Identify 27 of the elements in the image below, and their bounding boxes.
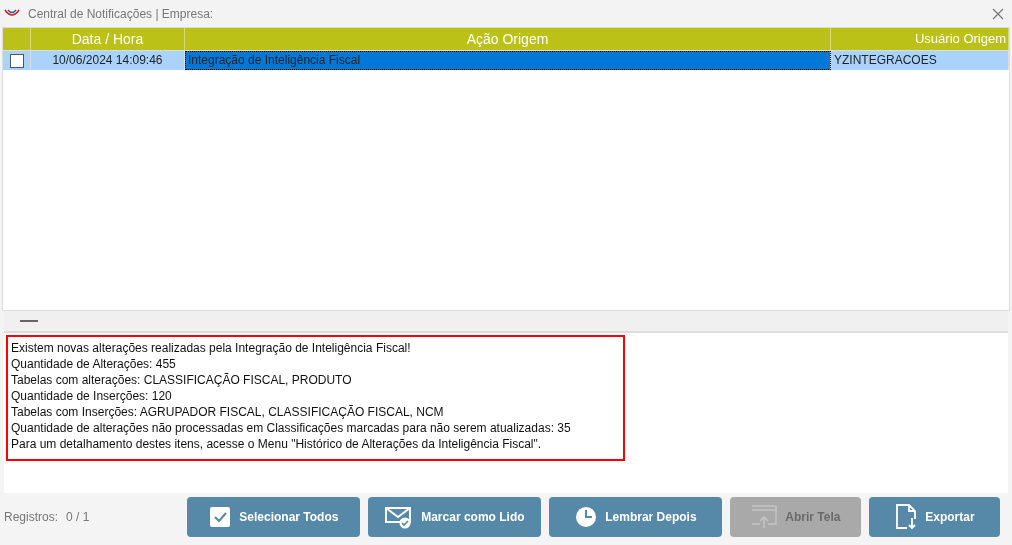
message-line: Quantidade de Alterações: 455	[11, 356, 177, 372]
message-line: Para um detalhamento destes itens, acesse o Menu "Histórico de Alterações da Inteligência Fiscal".	[11, 436, 543, 452]
message-line: Tabelas com alterações: CLASSIFICAÇÃO FISCAL, PRODUTO	[11, 372, 353, 388]
message-line: Existem novas alterações realizadas pela Integração de Inteligência Fiscal!	[11, 340, 412, 356]
table-row[interactable]: 10/06/2024 14:09:46 Integração de Inteligência Fiscal YZINTEGRACOES	[3, 50, 1009, 70]
message-line: Quantidade de alterações não processadas em Classificações marcadas para não serem atualizadas: 35	[11, 420, 572, 436]
column-header[interactable]: Usuário Origem	[914, 31, 1006, 46]
window-title: Central de Notificações | Empresa:	[28, 5, 214, 23]
action-button[interactable]: Lembrar Depois	[549, 497, 723, 537]
action-button[interactable]: Exportar	[869, 497, 1001, 537]
records-label: Registros:	[4, 509, 59, 526]
envelope-check-icon	[385, 505, 414, 529]
close-icon[interactable]	[992, 7, 1004, 20]
clock-icon	[575, 506, 598, 528]
window-upload-icon	[751, 505, 778, 529]
document-download-icon	[895, 504, 918, 530]
action-button[interactable]: Marcar como Lido	[368, 497, 542, 537]
row-checkbox[interactable]	[9, 53, 24, 68]
message-line: Quantidade de Inserções: 120	[11, 388, 173, 404]
table-cell: Integração de Inteligência Fiscal	[185, 51, 831, 70]
table-cell: YZINTEGRACOES	[831, 51, 1009, 70]
records-count: 0 / 1	[66, 509, 90, 526]
checkbox-icon	[209, 506, 232, 528]
message-line: Tabelas com Inserções: AGRUPADOR FISCAL, CLASSIFICAÇÃO FISCAL, NCM	[11, 404, 445, 420]
column-header[interactable]: Ação Origem	[466, 31, 549, 47]
column-header[interactable]: Data / Hora	[71, 31, 144, 47]
action-button[interactable]: Selecionar Todos	[187, 497, 361, 537]
